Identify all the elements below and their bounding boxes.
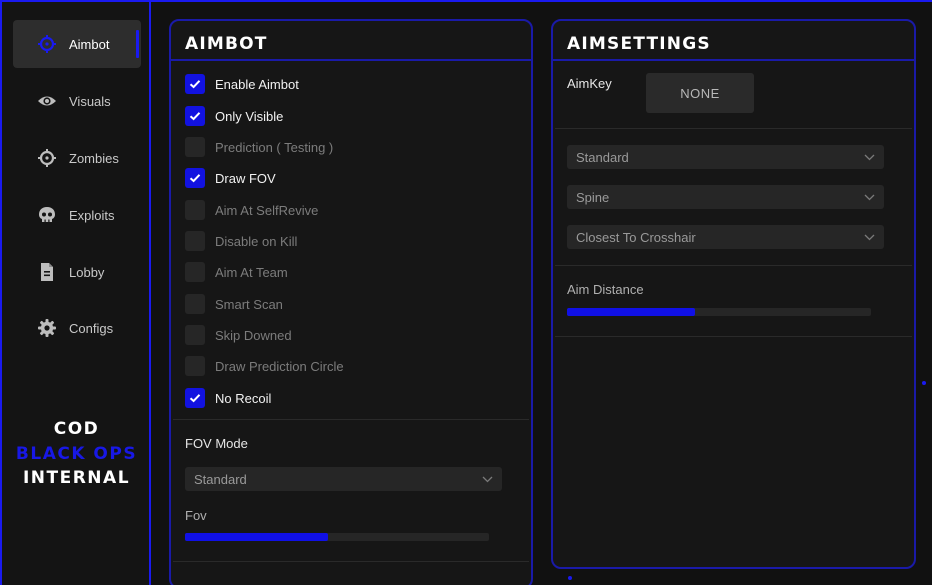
option-label: Draw Prediction Circle bbox=[215, 358, 344, 374]
only-visible-checkbox[interactable] bbox=[185, 106, 205, 126]
only-visible-option[interactable]: Only Visible bbox=[185, 106, 283, 126]
aim-distance-slider-fill bbox=[567, 308, 695, 316]
draw-prediction-circle-option[interactable]: Draw Prediction Circle bbox=[185, 356, 344, 376]
aim-at-selfrevive-checkbox[interactable] bbox=[185, 200, 205, 220]
skip-downed-option[interactable]: Skip Downed bbox=[185, 325, 292, 345]
option-label: Aim At Team bbox=[215, 264, 288, 280]
sidebar-item-configs[interactable]: Configs bbox=[13, 304, 141, 352]
option-label: No Recoil bbox=[215, 390, 272, 406]
no-recoil-checkbox[interactable] bbox=[185, 388, 205, 408]
sidebar-item-exploits[interactable]: Exploits bbox=[13, 191, 141, 239]
draw-fov-checkbox[interactable] bbox=[185, 168, 205, 188]
edge-marker bbox=[922, 381, 926, 385]
prediction-option[interactable]: Prediction ( Testing ) bbox=[185, 137, 333, 157]
chevron-down-icon bbox=[864, 154, 875, 160]
edge-marker bbox=[568, 576, 572, 580]
chevron-down-icon bbox=[482, 476, 493, 482]
enable-aimbot-option[interactable]: Enable Aimbot bbox=[185, 74, 299, 94]
no-recoil-option[interactable]: No Recoil bbox=[185, 388, 271, 408]
file-icon bbox=[37, 262, 57, 282]
aim-bone-select[interactable]: Spine bbox=[567, 185, 884, 209]
sidebar-item-label: Zombies bbox=[69, 150, 119, 166]
sidebar-item-aimbot[interactable]: Aimbot bbox=[13, 20, 141, 68]
fov-mode-select[interactable]: Standard bbox=[185, 467, 502, 491]
option-label: Draw FOV bbox=[215, 170, 276, 186]
aim-mode-value: Standard bbox=[576, 149, 629, 165]
option-label: Only Visible bbox=[215, 108, 284, 124]
eye-icon bbox=[37, 91, 57, 111]
disable-on-kill-option[interactable]: Disable on Kill bbox=[185, 231, 297, 251]
brand-line-1: COD bbox=[53, 419, 100, 439]
fov-mode-label: FOV Mode bbox=[185, 436, 248, 451]
aim-mode-select[interactable]: Standard bbox=[567, 145, 884, 169]
aimbot-panel: AIMBOT Enable Aimbot Only Visible Predic… bbox=[169, 19, 533, 585]
brand-line-3: INTERNAL bbox=[22, 468, 131, 488]
sidebar-item-visuals[interactable]: Visuals bbox=[13, 77, 141, 125]
smart-scan-checkbox[interactable] bbox=[185, 294, 205, 314]
aimkey-button[interactable]: NONE bbox=[646, 73, 754, 113]
divider bbox=[555, 336, 912, 337]
aim-distance-slider[interactable] bbox=[567, 308, 871, 316]
divider bbox=[173, 419, 529, 420]
option-label: Disable on Kill bbox=[215, 233, 298, 249]
gear-icon bbox=[37, 318, 57, 338]
aim-at-selfrevive-option[interactable]: Aim At SelfRevive bbox=[185, 200, 318, 220]
check-icon bbox=[189, 174, 201, 183]
option-label: Skip Downed bbox=[215, 327, 292, 343]
divider bbox=[555, 128, 912, 129]
option-label: Aim At SelfRevive bbox=[215, 202, 319, 218]
target-icon bbox=[37, 148, 57, 168]
prediction-checkbox[interactable] bbox=[185, 137, 205, 157]
skip-downed-checkbox[interactable] bbox=[185, 325, 205, 345]
aimsettings-panel-title: AIMSETTINGS bbox=[553, 21, 914, 61]
skull-icon bbox=[37, 205, 57, 225]
check-icon bbox=[189, 394, 201, 403]
check-icon bbox=[189, 80, 201, 89]
aim-at-team-checkbox[interactable] bbox=[185, 262, 205, 282]
aim-bone-value: Spine bbox=[576, 189, 610, 205]
brand-line-2: BLACK OPS bbox=[15, 444, 138, 464]
aim-distance-label: Aim Distance bbox=[567, 282, 644, 297]
check-icon bbox=[189, 112, 201, 121]
draw-fov-option[interactable]: Draw FOV bbox=[185, 168, 276, 188]
sidebar-item-lobby[interactable]: Lobby bbox=[13, 248, 141, 296]
chevron-down-icon bbox=[864, 194, 875, 200]
divider bbox=[555, 265, 912, 266]
draw-prediction-circle-checkbox[interactable] bbox=[185, 356, 205, 376]
fov-slider[interactable] bbox=[185, 533, 489, 541]
option-label: Enable Aimbot bbox=[215, 76, 299, 92]
sidebar-item-label: Visuals bbox=[69, 93, 111, 109]
sidebar-item-label: Exploits bbox=[69, 207, 115, 223]
fov-slider-fill bbox=[185, 533, 328, 541]
enable-aimbot-checkbox[interactable] bbox=[185, 74, 205, 94]
aimbot-panel-title: AIMBOT bbox=[171, 21, 531, 61]
fov-mode-value: Standard bbox=[194, 471, 247, 487]
aimkey-label: AimKey bbox=[567, 76, 612, 91]
target-priority-select[interactable]: Closest To Crosshair bbox=[567, 225, 884, 249]
option-label: Prediction ( Testing ) bbox=[215, 139, 334, 155]
smart-scan-option[interactable]: Smart Scan bbox=[185, 294, 283, 314]
disable-on-kill-checkbox[interactable] bbox=[185, 231, 205, 251]
sidebar-item-zombies[interactable]: Zombies bbox=[13, 134, 141, 182]
sidebar: Aimbot Visuals Zombies Exploits Lobby Co… bbox=[2, 2, 151, 585]
fov-label: Fov bbox=[185, 508, 207, 523]
aim-at-team-option[interactable]: Aim At Team bbox=[185, 262, 288, 282]
option-label: Smart Scan bbox=[215, 296, 283, 312]
crosshair-icon bbox=[37, 34, 57, 54]
sidebar-item-label: Aimbot bbox=[69, 36, 110, 52]
target-priority-value: Closest To Crosshair bbox=[576, 229, 696, 245]
sidebar-item-label: Lobby bbox=[69, 264, 105, 280]
sidebar-item-label: Configs bbox=[69, 320, 114, 336]
aimsettings-panel: AIMSETTINGS AimKey NONE Standard Spine C… bbox=[551, 19, 916, 569]
divider bbox=[173, 561, 529, 562]
chevron-down-icon bbox=[864, 234, 875, 240]
